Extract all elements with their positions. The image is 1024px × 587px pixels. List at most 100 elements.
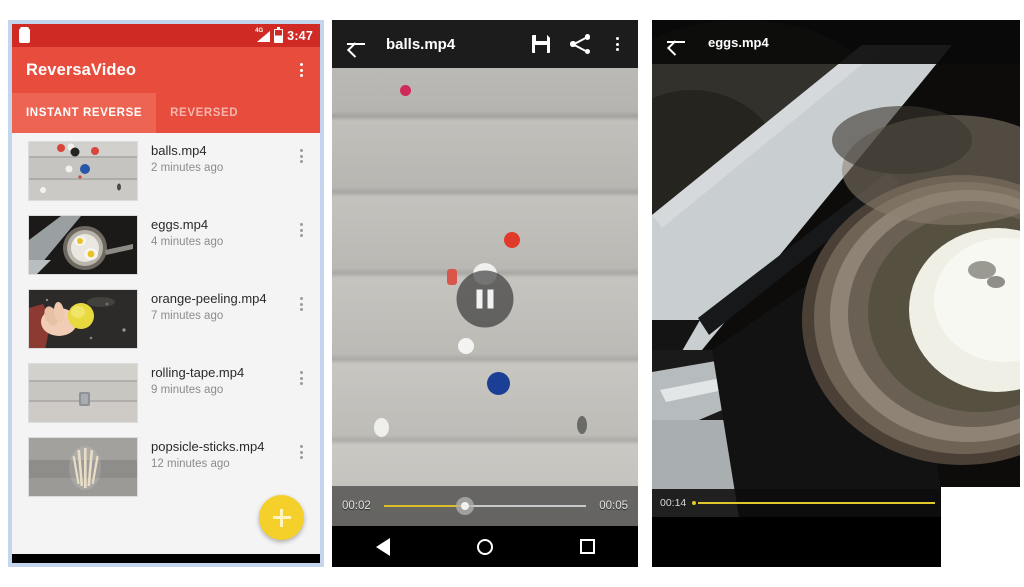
status-bar: 4G 3:47 <box>12 24 320 47</box>
arrow-back-icon[interactable] <box>666 32 686 52</box>
add-video-fab[interactable] <box>259 495 304 540</box>
app-bar: ReversaVideo <box>12 47 320 93</box>
pause-icon[interactable] <box>456 270 514 328</box>
seek-thumb[interactable] <box>455 497 474 515</box>
list-item[interactable]: rolling-tape.mp4 9 minutes ago <box>12 355 320 429</box>
ball-blue <box>487 372 510 395</box>
notification-icon <box>19 26 30 43</box>
square-recents-icon[interactable] <box>579 539 595 554</box>
list-item-text: balls.mp4 2 minutes ago <box>138 141 292 174</box>
battery-icon <box>274 26 284 43</box>
status-bar-right: 4G 3:47 <box>255 26 313 43</box>
plus-icon-vertical <box>280 508 283 527</box>
video-name: popsicle-sticks.mp4 <box>151 439 265 454</box>
app-title: ReversaVideo <box>26 60 137 79</box>
video-timestamp: 9 minutes ago <box>151 384 224 396</box>
pause-bar-right <box>487 289 494 309</box>
ball-white-mid <box>458 338 474 354</box>
video-list[interactable]: balls.mp4 2 minutes ago eggs.mp4 4 minut… <box>12 133 320 554</box>
seek-track[interactable] <box>692 501 935 505</box>
triangle-back-icon[interactable] <box>56 566 70 568</box>
video-timestamp: 12 minutes ago <box>151 458 230 470</box>
ball-red-small <box>447 269 457 285</box>
signal-bars <box>257 31 271 42</box>
video-thumbnail <box>28 141 138 201</box>
eggs-scene-image <box>652 20 1020 567</box>
player-title: balls.mp4 <box>386 35 456 53</box>
list-item-overflow[interactable] <box>292 141 310 167</box>
seek-track[interactable] <box>383 497 587 515</box>
list-item[interactable]: eggs.mp4 4 minutes ago <box>12 207 320 281</box>
list-item[interactable]: orange-peeling.mp4 7 minutes ago <box>12 281 320 355</box>
video-name: rolling-tape.mp4 <box>151 365 245 380</box>
pause-bar-left <box>476 289 483 309</box>
ball-red-right <box>504 232 520 248</box>
ball-white-low <box>374 418 389 437</box>
video-thumbnail <box>28 215 138 275</box>
video-timestamp: 4 minutes ago <box>151 236 224 248</box>
phone-screen-eggs-player: eggs.mp4 00:14 <box>652 20 1020 567</box>
android-nav-bar <box>332 526 638 567</box>
video-surface-eggs[interactable] <box>652 20 1020 567</box>
seek-bar-row[interactable]: 00:02 00:05 <box>332 486 638 526</box>
save-floppy-icon[interactable] <box>532 35 550 53</box>
video-thumbnail <box>28 437 138 497</box>
list-item[interactable]: popsicle-sticks.mp4 12 minutes ago <box>12 429 320 503</box>
ball-pink-top <box>400 85 411 96</box>
thumbnail-balls-image <box>29 142 137 200</box>
android-nav-bar <box>12 554 320 568</box>
status-bar-clock: 3:47 <box>287 28 313 43</box>
kebab-menu-icon[interactable] <box>608 33 626 55</box>
kebab-menu-icon[interactable] <box>292 219 310 241</box>
triangle-back-icon[interactable] <box>375 537 390 556</box>
current-time-label: 00:14 <box>660 497 687 509</box>
arrow-back-icon[interactable] <box>346 34 366 54</box>
kebab-menu-icon[interactable] <box>292 367 310 389</box>
share-icon[interactable] <box>570 34 590 54</box>
player-app-bar: eggs.mp4 <box>652 20 1020 64</box>
video-timestamp: 2 minutes ago <box>151 162 224 174</box>
tab-instant-reverse[interactable]: INSTANT REVERSE <box>12 93 157 133</box>
video-name: eggs.mp4 <box>151 217 209 232</box>
list-item-text: eggs.mp4 4 minutes ago <box>138 215 292 248</box>
kebab-menu-icon[interactable] <box>292 59 310 81</box>
phone-screen-balls-player: balls.mp4 00:02 00:05 <box>332 20 638 567</box>
list-item-overflow[interactable] <box>292 437 310 463</box>
kebab-menu-icon[interactable] <box>292 293 310 315</box>
video-name: balls.mp4 <box>151 143 207 158</box>
video-timestamp: 7 minutes ago <box>151 310 224 322</box>
tab-bar: INSTANT REVERSE REVERSED <box>12 93 320 133</box>
tab-instant-reverse-label: INSTANT REVERSE <box>26 107 143 119</box>
list-item-overflow[interactable] <box>292 363 310 389</box>
thumbnail-orange-peeling-image <box>29 290 137 348</box>
seek-bar-row[interactable]: 00:14 <box>652 489 943 517</box>
circle-home-icon[interactable] <box>157 567 173 568</box>
video-surface-balls[interactable] <box>332 20 638 526</box>
circle-home-icon[interactable] <box>476 538 493 555</box>
list-item-overflow[interactable] <box>292 289 310 315</box>
kebab-menu-icon[interactable] <box>292 145 310 167</box>
tab-reversed-label: REVERSED <box>170 107 239 119</box>
thumbnail-popsicle-sticks-image <box>29 438 137 496</box>
kebab-menu-icon[interactable] <box>292 441 310 463</box>
current-time-label: 00:02 <box>342 500 371 512</box>
tab-reversed[interactable]: REVERSED <box>156 93 252 133</box>
player-title: eggs.mp4 <box>708 34 769 50</box>
total-time-label: 00:05 <box>599 500 628 512</box>
list-item[interactable]: balls.mp4 2 minutes ago <box>12 133 320 207</box>
white-overlay-block <box>941 487 1020 567</box>
thumbnail-eggs-image <box>29 216 137 274</box>
signal-icon: 4G <box>255 28 271 42</box>
video-thumbnail <box>28 289 138 349</box>
video-thumbnail <box>28 363 138 423</box>
thumbnail-rolling-tape-image <box>29 364 137 422</box>
seek-progress-fill <box>383 504 465 508</box>
list-item-text: orange-peeling.mp4 7 minutes ago <box>138 289 292 322</box>
list-item-text: rolling-tape.mp4 9 minutes ago <box>138 363 292 396</box>
status-bar-left <box>19 26 30 43</box>
player-app-bar: balls.mp4 <box>332 20 638 68</box>
ball-dark-low <box>577 416 587 434</box>
video-name: orange-peeling.mp4 <box>151 291 267 306</box>
list-item-overflow[interactable] <box>292 215 310 241</box>
phone-screen-video-list: 4G 3:47 ReversaVideo INSTANT REVERSE REV… <box>8 20 324 567</box>
